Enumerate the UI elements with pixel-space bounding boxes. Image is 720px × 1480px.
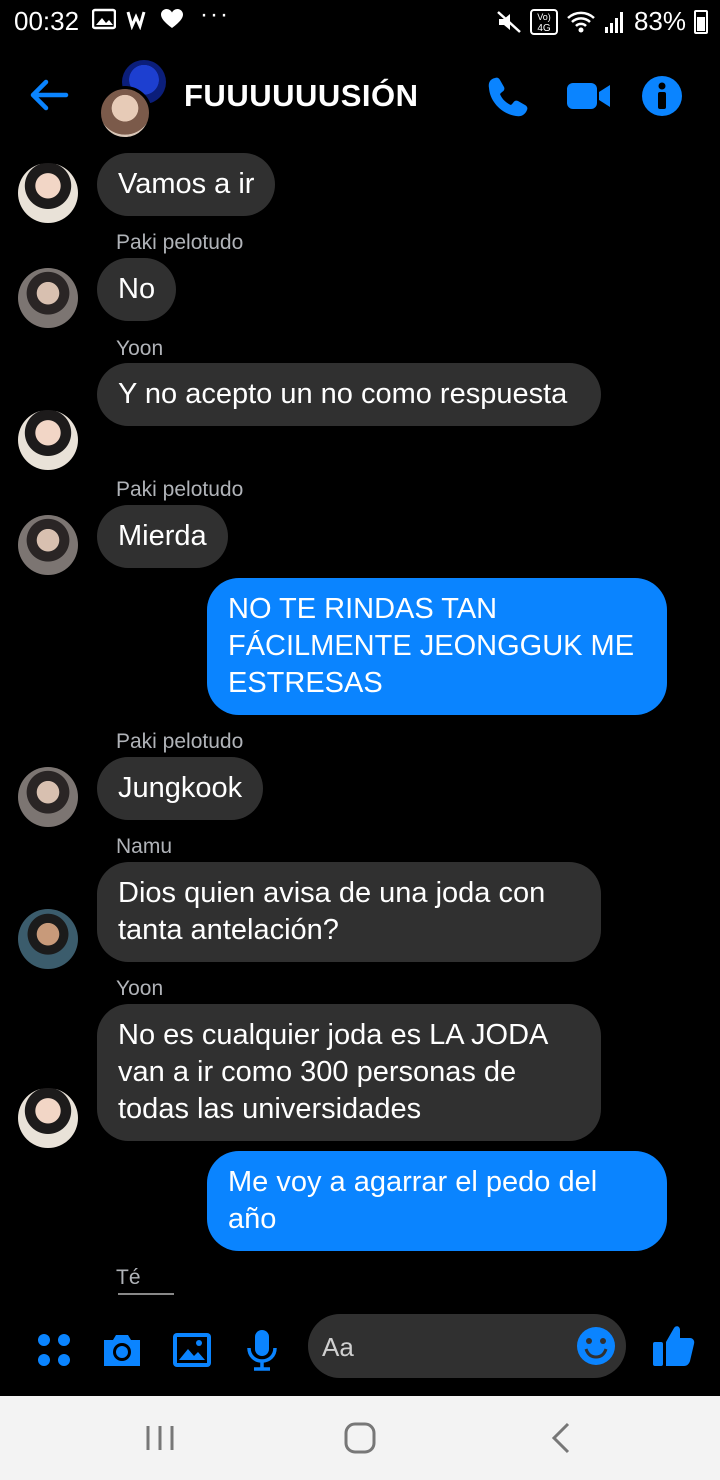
- gallery-notification-icon: [92, 8, 116, 30]
- back-arrow-icon[interactable]: [26, 72, 72, 118]
- wifi-icon: [567, 11, 595, 32]
- typing-indicator: [118, 1293, 174, 1295]
- system-icons: Vo) 4G 83%: [496, 6, 708, 37]
- info-icon[interactable]: [640, 74, 684, 118]
- message-composer: Aa: [0, 1306, 720, 1394]
- avatar[interactable]: [18, 1088, 78, 1148]
- like-thumbs-up-icon[interactable]: [650, 1322, 696, 1368]
- avatar[interactable]: [18, 767, 78, 827]
- message-bubble[interactable]: Vamos a ir: [97, 153, 276, 216]
- avatar[interactable]: [18, 410, 78, 470]
- svg-text:4G: 4G: [537, 23, 551, 34]
- message-input[interactable]: Aa: [308, 1314, 626, 1378]
- group-avatar-primary: [98, 86, 152, 140]
- message-bubble[interactable]: No: [97, 258, 177, 321]
- sender-name: Yoon: [116, 337, 164, 360]
- my-message-bubble[interactable]: NO TE RINDAS TAN FÁCILMENTE JEONGGUK ME …: [207, 578, 667, 715]
- heart-notification-icon: [161, 9, 183, 28]
- typing-sender-name: Té: [116, 1266, 141, 1289]
- video-call-icon[interactable]: [566, 74, 612, 118]
- battery-icon: [694, 9, 708, 34]
- microphone-icon[interactable]: [240, 1328, 284, 1372]
- emoji-icon[interactable]: [576, 1326, 616, 1366]
- volte-4g-icon: Vo)4G: [529, 8, 558, 35]
- status-bar: 00:32 ··· Vo) 4G 83%: [0, 0, 720, 44]
- system-back-icon[interactable]: [542, 1420, 582, 1456]
- recent-apps-icon[interactable]: [140, 1420, 180, 1456]
- phone-call-icon[interactable]: [486, 74, 530, 118]
- camera-icon[interactable]: [100, 1328, 144, 1372]
- notification-icons: ···: [92, 1, 230, 30]
- more-notifications-icon: ···: [200, 1, 230, 28]
- group-avatar[interactable]: [98, 60, 170, 140]
- message-bubble[interactable]: Mierda: [97, 505, 228, 568]
- sender-name: Yoon: [116, 977, 164, 1000]
- avatar[interactable]: [18, 268, 78, 328]
- home-icon[interactable]: [340, 1420, 380, 1456]
- webtoon-notification-icon: [126, 11, 146, 30]
- message-input-placeholder: Aa: [322, 1332, 354, 1362]
- gallery-icon[interactable]: [170, 1328, 214, 1372]
- my-message-bubble[interactable]: Me voy a agarrar el pedo del año: [207, 1151, 667, 1251]
- message-bubble[interactable]: Dios quien avisa de una joda con tanta a…: [97, 862, 601, 962]
- message-bubble[interactable]: Jungkook: [97, 757, 264, 820]
- sender-name: Paki pelotudo: [116, 730, 244, 753]
- svg-text:Vo): Vo): [537, 12, 551, 22]
- mute-icon: [497, 10, 521, 33]
- more-actions-icon[interactable]: [32, 1328, 76, 1372]
- avatar[interactable]: [18, 909, 78, 969]
- sender-name: Namu: [116, 835, 173, 858]
- sender-name: Paki pelotudo: [116, 231, 244, 254]
- message-bubble[interactable]: Y no acepto un no como respuesta: [97, 363, 601, 426]
- chat-title[interactable]: FUUUUUUSIÓN: [184, 78, 419, 114]
- chat-header: FUUUUUUSIÓN: [0, 50, 720, 140]
- battery-percent: 83%: [633, 6, 686, 36]
- avatar[interactable]: [18, 515, 78, 575]
- message-bubble[interactable]: No es cualquier joda es LA JODA van a ir…: [97, 1004, 601, 1141]
- sender-name: Paki pelotudo: [116, 478, 244, 501]
- signal-icon: [604, 11, 623, 33]
- system-navigation-bar: [0, 1396, 720, 1480]
- avatar[interactable]: [18, 163, 78, 223]
- status-time: 00:32: [14, 6, 80, 36]
